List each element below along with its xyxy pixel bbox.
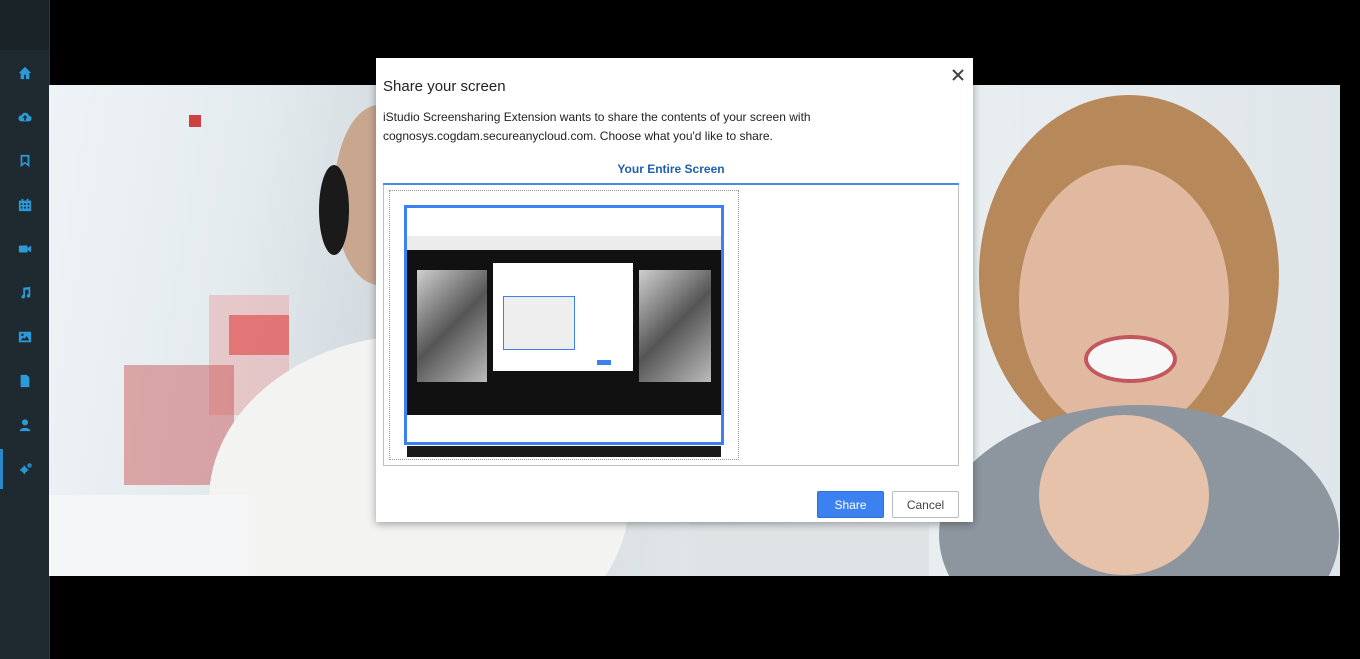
sidebar-item-home[interactable] xyxy=(0,53,49,93)
image-icon xyxy=(18,331,31,343)
dialog-title: Share your screen xyxy=(383,78,506,95)
sidebar-header xyxy=(0,0,49,50)
file-icon xyxy=(20,374,29,388)
thumbnail-nested-share xyxy=(597,360,611,365)
background-logo xyxy=(229,315,289,355)
foreground-desk xyxy=(689,525,929,576)
person-neck xyxy=(1039,415,1209,575)
sidebar xyxy=(0,0,50,659)
video-camera-icon xyxy=(18,245,31,253)
cloud-upload-icon xyxy=(17,112,32,122)
screen-thumbnail[interactable] xyxy=(404,205,724,457)
thumbnail-image-right xyxy=(639,270,711,382)
music-icon xyxy=(21,286,30,299)
foreground-desk xyxy=(49,495,249,576)
sidebar-item-images[interactable] xyxy=(0,317,49,357)
share-button[interactable]: Share xyxy=(817,491,884,518)
sidebar-item-settings[interactable] xyxy=(0,449,49,489)
screen-thumbnail-frame[interactable] xyxy=(389,190,739,460)
bookmark-icon xyxy=(20,154,29,168)
thumbnail-image-left xyxy=(417,270,487,382)
thumbnail-taskbar xyxy=(407,446,721,457)
thumbnail-screen-content xyxy=(407,250,721,457)
cancel-button[interactable]: Cancel xyxy=(892,491,959,518)
sidebar-item-upload[interactable] xyxy=(0,97,49,137)
headset xyxy=(319,165,349,255)
sidebar-item-users[interactable] xyxy=(0,405,49,445)
settings-gears-icon xyxy=(19,463,32,475)
calendar-icon xyxy=(18,198,31,212)
tab-entire-screen[interactable]: Your Entire Screen xyxy=(383,159,959,185)
screen-options-panel xyxy=(383,185,959,466)
background-light xyxy=(189,115,201,127)
sidebar-item-video[interactable] xyxy=(0,229,49,269)
share-screen-dialog: Share your screen iStudio Screensharing … xyxy=(376,58,973,522)
sidebar-item-documents[interactable] xyxy=(0,361,49,401)
close-button[interactable] xyxy=(950,67,966,83)
person-face xyxy=(1019,165,1229,435)
sidebar-item-calendar[interactable] xyxy=(0,185,49,225)
thumbnail-browser-tabs xyxy=(407,236,721,251)
thumbnail-nested-dialog xyxy=(493,263,633,371)
close-icon xyxy=(952,69,964,81)
person-smile xyxy=(1084,335,1177,383)
home-icon xyxy=(18,66,31,80)
sidebar-item-bookmarks[interactable] xyxy=(0,141,49,181)
thumbnail-nested-preview xyxy=(503,296,575,350)
sidebar-item-music[interactable] xyxy=(0,273,49,313)
dialog-description: iStudio Screensharing Extension wants to… xyxy=(383,110,811,143)
user-icon xyxy=(19,419,30,432)
